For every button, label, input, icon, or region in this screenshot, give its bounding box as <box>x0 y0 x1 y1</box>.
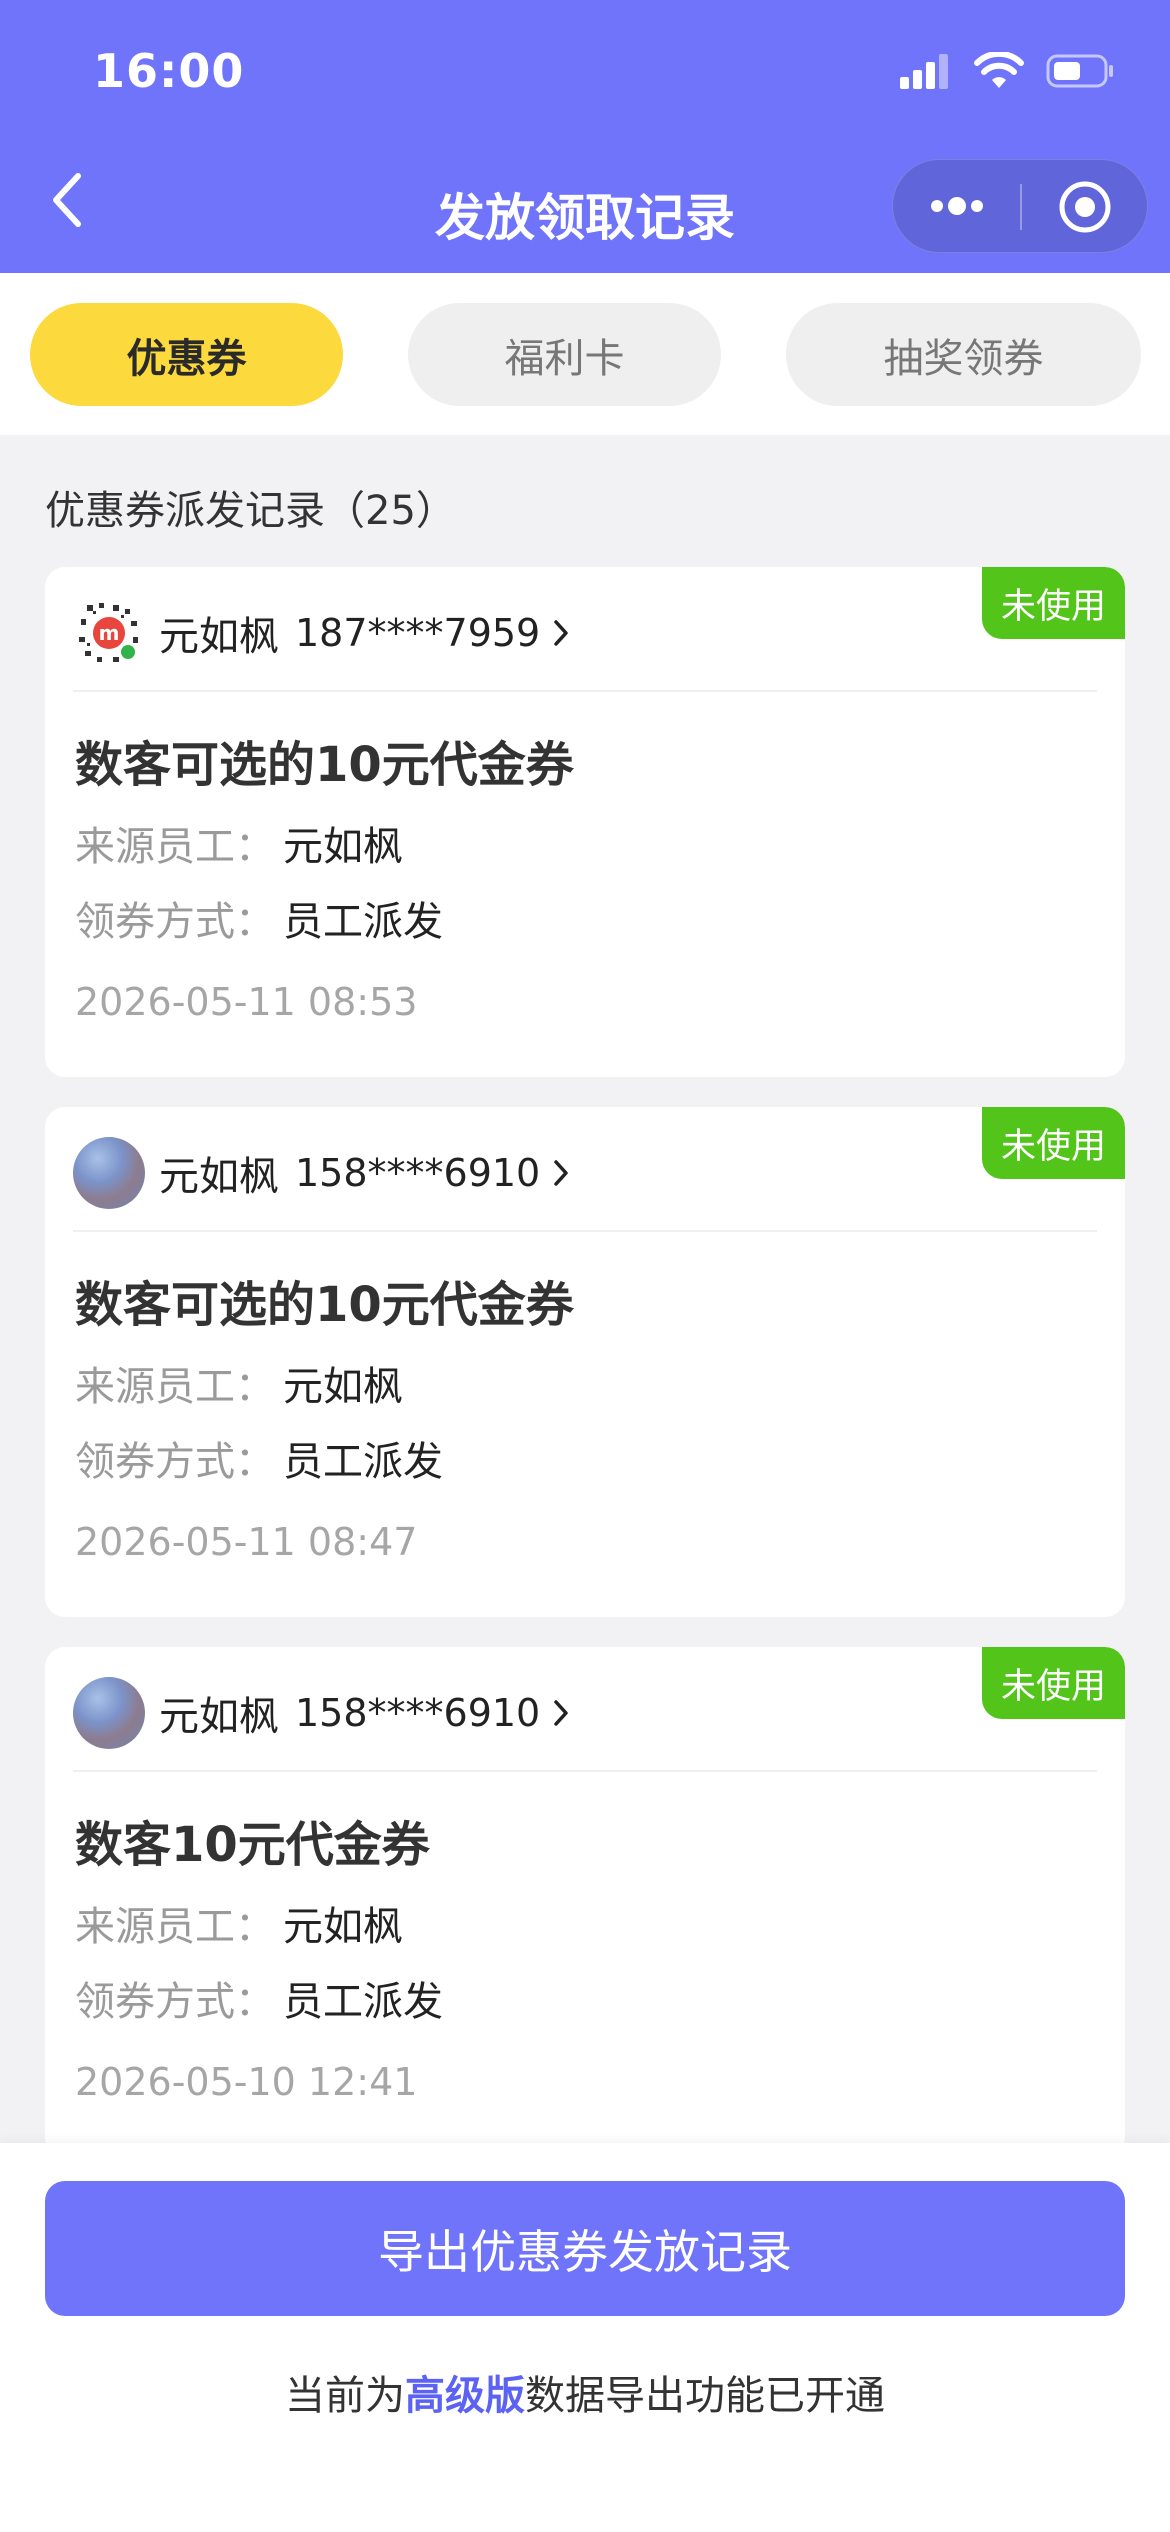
status-time: 16:00 <box>93 44 245 98</box>
section-title: 优惠券派发记录（25） <box>45 488 456 534</box>
source-employee-row: 来源员工： 元如枫 <box>75 1894 403 1952</box>
info-label: 领券方式： <box>75 1979 275 2025</box>
status-badge: 未使用 <box>982 1647 1125 1719</box>
plan-highlight[interactable]: 高级版 <box>405 2373 525 2419</box>
user-name: 元如枫 <box>159 1154 279 1200</box>
header-bar: 16:00 发放领取记录 <box>0 0 1170 273</box>
chevron-right-icon <box>554 620 568 646</box>
record-card[interactable]: 未使用 元如枫 158****6910 数客10元代金券 来源员工： 元如枫 领… <box>45 1647 1125 2157</box>
user-name: 元如枫 <box>159 614 279 660</box>
user-row[interactable]: 元如枫 158****6910 <box>73 1677 572 1749</box>
svg-text:m: m <box>99 621 120 645</box>
export-button[interactable]: 导出优惠券发放记录 <box>45 2181 1125 2316</box>
more-icon[interactable] <box>927 186 987 226</box>
source-employee-row: 来源员工： 元如枫 <box>75 814 403 872</box>
chevron-right-icon <box>554 1700 568 1726</box>
close-target-icon[interactable] <box>1055 177 1115 237</box>
record-card[interactable]: 未使用 元如枫 158****6910 数客可选的10元代金券 来源员工： 元如… <box>45 1107 1125 1617</box>
battery-icon <box>1046 54 1113 88</box>
card-divider <box>73 1770 1097 1772</box>
user-phone: 187****7959 <box>295 611 541 655</box>
record-time: 2026-05-11 08:47 <box>75 1520 418 1564</box>
info-value: 元如枫 <box>283 824 403 870</box>
user-phone: 158****6910 <box>295 1151 541 1195</box>
status-badge: 未使用 <box>982 1107 1125 1179</box>
coupon-title: 数客可选的10元代金券 <box>75 1277 574 1333</box>
info-label: 来源员工： <box>75 1904 275 1950</box>
wifi-icon <box>974 52 1024 88</box>
info-value: 元如枫 <box>283 1364 403 1410</box>
miniprogram-capsule <box>892 159 1148 253</box>
info-value: 元如枫 <box>283 1904 403 1950</box>
record-time: 2026-05-10 12:41 <box>75 2060 418 2104</box>
tab-bar: 优惠券 福利卡 抽奖领券 <box>0 273 1170 435</box>
chevron-right-icon <box>554 1160 568 1186</box>
photo-avatar <box>73 1677 145 1749</box>
info-label: 来源员工： <box>75 1364 275 1410</box>
export-note-prefix: 当前为 <box>285 2373 405 2419</box>
user-name: 元如枫 <box>159 1694 279 1740</box>
user-phone: 158****6910 <box>295 1691 541 1735</box>
claim-method-row: 领券方式： 员工派发 <box>75 1429 443 1487</box>
user-row[interactable]: m 元如枫 187****7959 <box>73 597 572 669</box>
card-divider <box>73 690 1097 692</box>
status-icons <box>900 52 1116 90</box>
tab-coupons[interactable]: 优惠券 <box>30 303 343 406</box>
coupon-title: 数客10元代金券 <box>75 1817 430 1873</box>
qr-avatar: m <box>73 597 145 669</box>
claim-method-row: 领券方式： 员工派发 <box>75 889 443 947</box>
coupon-title: 数客可选的10元代金券 <box>75 737 574 793</box>
signal-icon <box>900 54 948 89</box>
claim-method-row: 领券方式： 员工派发 <box>75 1969 443 2027</box>
source-employee-row: 来源员工： 元如枫 <box>75 1354 403 1412</box>
info-label: 来源员工： <box>75 824 275 870</box>
status-badge: 未使用 <box>982 567 1125 639</box>
tab-lottery-coupons[interactable]: 抽奖领券 <box>786 303 1141 406</box>
photo-avatar <box>73 1137 145 1209</box>
capsule-divider <box>1020 184 1022 230</box>
record-time: 2026-05-11 08:53 <box>75 980 418 1024</box>
tab-welfare-card[interactable]: 福利卡 <box>408 303 721 406</box>
info-label: 领券方式： <box>75 899 275 945</box>
info-value: 员工派发 <box>283 899 443 945</box>
export-note: 当前为高级版数据导出功能已开通 <box>0 2363 1170 2421</box>
info-value: 员工派发 <box>283 1439 443 1485</box>
card-divider <box>73 1230 1097 1232</box>
user-row[interactable]: 元如枫 158****6910 <box>73 1137 572 1209</box>
export-note-suffix: 数据导出功能已开通 <box>525 2373 885 2419</box>
info-value: 员工派发 <box>283 1979 443 2025</box>
record-card[interactable]: 未使用 m 元如枫 187****7959 数客可选的10元代金券 来源员工： … <box>45 567 1125 1077</box>
info-label: 领券方式： <box>75 1439 275 1485</box>
bottom-panel: 导出优惠券发放记录 当前为高级版数据导出功能已开通 <box>0 2143 1170 2532</box>
